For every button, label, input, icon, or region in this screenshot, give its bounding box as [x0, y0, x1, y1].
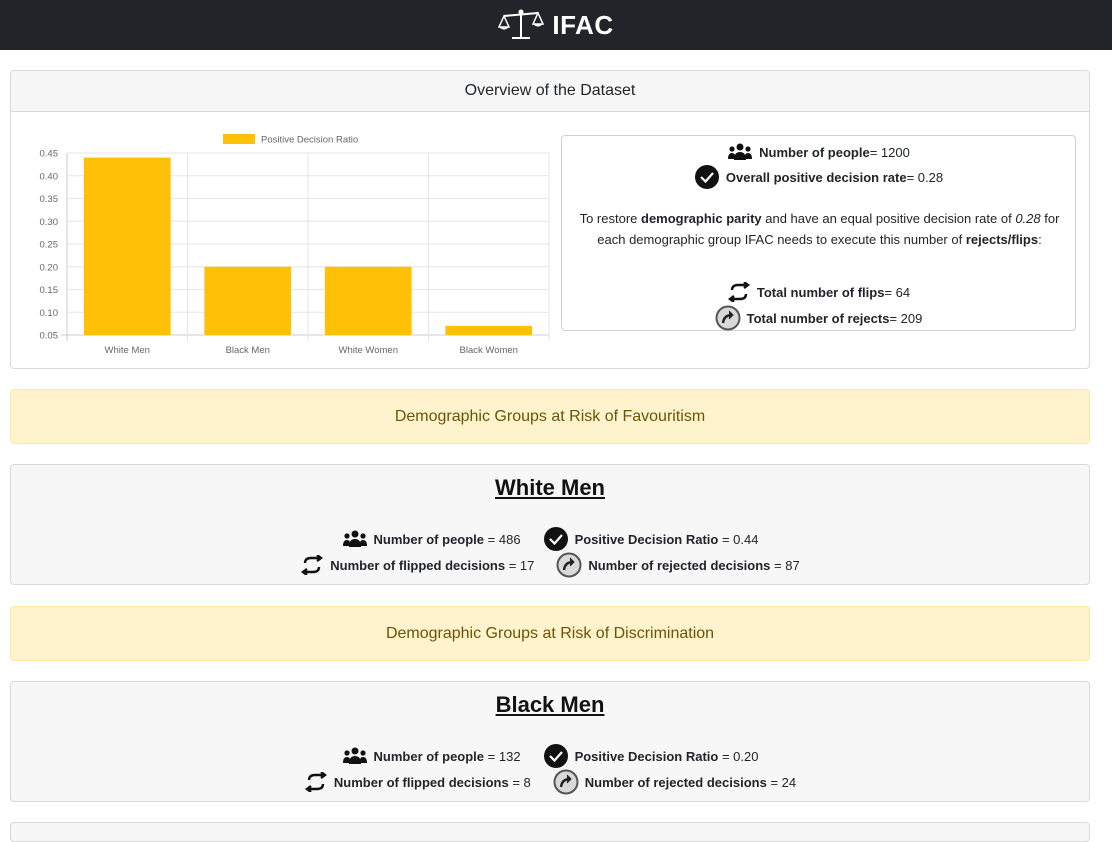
next-group-card-partial: [10, 822, 1090, 842]
positive-rate-line: Overall positive decision rate= 0.28: [562, 164, 1075, 190]
rejected-value: = 87: [774, 557, 800, 573]
discrimination-alert: Demographic Groups at Risk of Discrimina…: [10, 606, 1090, 661]
bar-white-women: [324, 266, 412, 335]
rate-label: Overall positive decision rate: [725, 169, 907, 185]
bar-white-men: [83, 157, 171, 335]
parity-explanation: To restore demographic parity and have a…: [572, 208, 1067, 250]
rate-value: = 0.28: [906, 169, 944, 185]
reject-arrow-icon: [553, 769, 579, 795]
bar-black-men: [204, 266, 292, 335]
group-people: Number of people = 486: [342, 526, 521, 552]
group-rejected: Number of rejected decisions = 24: [553, 769, 796, 795]
y-tick-label: 0.40: [40, 171, 59, 182]
check-circle-icon: [543, 743, 569, 769]
x-tick-label: Black Men: [226, 345, 270, 356]
flipped-value: = 17: [508, 557, 535, 573]
flipped-value: = 8: [512, 774, 531, 790]
group-ratio: Positive Decision Ratio = 0.44: [543, 526, 759, 552]
check-circle-icon: [543, 526, 569, 552]
y-tick-label: 0.20: [40, 262, 59, 273]
flipped-label: Number of flipped decisions: [330, 557, 506, 573]
rejected-label: Number of rejected decisions: [584, 774, 767, 790]
group-title: White Men: [495, 475, 605, 500]
flips-value: = 64: [884, 284, 911, 300]
group-stats-row-1: Number of people = 132 Positive Decision…: [11, 743, 1089, 769]
people-group-icon: [727, 143, 753, 161]
ratio-label: Positive Decision Ratio: [574, 748, 719, 764]
para-text-4: :: [1038, 232, 1042, 247]
people-group-icon: [342, 530, 368, 548]
dataset-stats-box: Number of people= 1200 Overall positive …: [561, 135, 1076, 331]
y-tick-label: 0.35: [40, 194, 59, 205]
rejects-label: Total number of rejects: [746, 310, 890, 326]
group-flipped: Number of flipped decisions = 17: [300, 552, 534, 578]
favouritism-alert: Demographic Groups at Risk of Favouritis…: [10, 389, 1090, 444]
legend-label: Positive Decision Ratio: [261, 135, 358, 146]
group-stats-row-2: Number of flipped decisions = 8 Number o…: [11, 769, 1089, 795]
y-tick-label: 0.25: [40, 240, 59, 251]
flip-arrows-icon: [727, 282, 751, 302]
brand[interactable]: IFAC: [498, 7, 613, 43]
bar-black-women: [445, 325, 533, 335]
total-flips-line: Total number of flips= 64: [562, 282, 1075, 302]
group-title: Black Men: [495, 692, 605, 717]
group-stats-row-1: Number of people = 486 Positive Decision…: [11, 526, 1089, 552]
flip-arrows-icon: [304, 772, 328, 792]
overview-header: Overview of the Dataset: [11, 71, 1089, 112]
group-ratio: Positive Decision Ratio = 0.20: [543, 743, 759, 769]
para-bold-rejects-flips: rejects/flips: [965, 232, 1039, 247]
total-rejects-line: Total number of rejects= 209: [562, 305, 1075, 331]
app-title: IFAC: [552, 9, 614, 40]
y-tick-label: 0.05: [40, 331, 59, 342]
scales-logo-icon: [498, 7, 545, 43]
check-circle-icon: [694, 164, 720, 190]
people-label: Number of people: [759, 144, 870, 160]
people-label: Number of people: [373, 748, 485, 764]
x-tick-label: Black Women: [460, 345, 518, 356]
para-bold-parity: demographic parity: [641, 211, 762, 226]
y-tick-label: 0.30: [40, 217, 59, 228]
ratio-value: = 0.44: [721, 531, 759, 547]
reject-arrow-icon: [715, 305, 741, 331]
people-value: = 1200: [869, 144, 910, 160]
navbar: IFAC: [0, 0, 1112, 50]
people-value: = 132: [487, 748, 521, 764]
para-text-1: To restore: [579, 211, 641, 226]
flip-arrows-icon: [300, 555, 324, 575]
flipped-label: Number of flipped decisions: [333, 774, 509, 790]
group-rejected: Number of rejected decisions = 87: [556, 552, 800, 578]
overview-card: Overview of the Dataset 0.45 0.40 0.35 0.30…: [10, 70, 1090, 369]
y-tick-label: 0.10: [40, 308, 59, 319]
flips-label: Total number of flips: [756, 284, 885, 300]
para-italic-rate: 0.28: [1015, 211, 1041, 226]
people-label: Number of people: [373, 531, 485, 547]
positive-decision-chart: 0.45 0.40 0.35 0.30 0.25 0.20 0.15 0.10 0.05 Whit…: [21, 126, 556, 356]
people-count-line: Number of people= 1200: [562, 143, 1075, 161]
rejects-value: = 209: [889, 310, 923, 326]
x-tick-label: White Men: [105, 345, 150, 356]
group-card-black-men: Black Men Number of people = 132 Positiv…: [10, 681, 1090, 802]
people-group-icon: [342, 747, 368, 765]
people-value: = 486: [487, 531, 521, 547]
x-tick-label: White Women: [339, 345, 398, 356]
para-text-2: and have an equal positive decision rate…: [761, 211, 1016, 226]
bar-chart-svg: 0.45 0.40 0.35 0.30 0.25 0.20 0.15 0.10 0.05 Whit…: [40, 134, 550, 356]
group-stats-row-2: Number of flipped decisions = 17 Number …: [11, 552, 1089, 578]
legend-swatch: [223, 134, 255, 144]
y-tick-label: 0.45: [40, 149, 59, 160]
y-tick-label: 0.15: [40, 285, 59, 296]
reject-arrow-icon: [556, 552, 582, 578]
ratio-value: = 0.20: [721, 748, 759, 764]
group-card-white-men: White Men Number of people = 486 Positiv…: [10, 464, 1090, 585]
ratio-label: Positive Decision Ratio: [574, 531, 719, 547]
group-people: Number of people = 132: [342, 743, 521, 769]
rejected-value: = 24: [770, 774, 797, 790]
group-flipped: Number of flipped decisions = 8: [304, 769, 531, 795]
rejected-label: Number of rejected decisions: [588, 557, 771, 573]
